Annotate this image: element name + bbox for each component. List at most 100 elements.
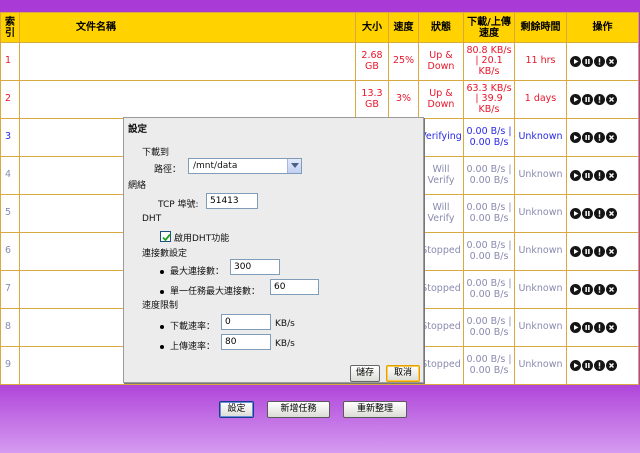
close-icon[interactable] (606, 55, 617, 67)
network-section-label: 網絡 (128, 181, 147, 191)
play-icon[interactable] (570, 55, 581, 67)
tcp-port-input[interactable] (206, 193, 258, 209)
speed-section-label: 速度限制 (142, 301, 179, 311)
close-icon[interactable] (606, 131, 617, 143)
max-connections-label: 最大連接數： (160, 264, 224, 277)
row-rate: 63.3 KB/s | 39.9 KB/s (463, 80, 515, 119)
info-icon[interactable] (594, 207, 605, 219)
close-icon[interactable] (606, 245, 617, 257)
row-actions (566, 270, 639, 309)
max-connections-input[interactable] (230, 259, 280, 275)
play-icon[interactable] (570, 245, 581, 257)
download-rate-text: 下載速率： (170, 322, 216, 332)
dht-section-label: DHT (142, 214, 162, 224)
close-icon[interactable] (606, 207, 617, 219)
close-icon[interactable] (606, 93, 617, 105)
row-status: Will Verify (418, 156, 464, 195)
header-index: 索引 (0, 12, 20, 43)
row-remaining: Unknown (514, 346, 567, 385)
download-rate-input[interactable] (221, 314, 271, 330)
play-icon[interactable] (570, 321, 581, 333)
pause-icon[interactable] (582, 131, 593, 143)
tcp-port-label: TCP 埠號: (158, 200, 199, 210)
upload-rate-input[interactable] (221, 334, 271, 350)
settings-button[interactable]: 設定 (219, 401, 254, 418)
row-remaining: Unknown (514, 118, 567, 157)
play-icon[interactable] (570, 359, 581, 371)
row-actions (566, 156, 639, 195)
cancel-button[interactable]: 取消 (386, 365, 420, 382)
row-remaining: Unknown (514, 194, 567, 233)
row-index: 3 (0, 118, 20, 157)
pause-icon[interactable] (582, 169, 593, 181)
pause-icon[interactable] (582, 207, 593, 219)
row-status: Stopped (418, 232, 464, 271)
row-index: 8 (0, 308, 20, 347)
pause-icon[interactable] (582, 93, 593, 105)
per-task-connections-text: 單一任務最大連接數： (170, 287, 261, 297)
row-status: Will Verify (418, 194, 464, 233)
play-icon[interactable] (570, 131, 581, 143)
row-rate: 0.00 B/s | 0.00 B/s (463, 118, 515, 157)
table-row[interactable]: 1 2.68 GB 25% Up & Down 80.8 KB/s | 20.1 KB/… (0, 42, 639, 81)
path-select[interactable]: /mnt/data (188, 158, 302, 174)
refresh-button[interactable]: 重新整理 (343, 401, 407, 418)
pause-icon[interactable] (582, 283, 593, 295)
header-filename: 文件名稱 (19, 12, 356, 43)
header-size: 大小 (355, 12, 389, 43)
row-filename (19, 42, 356, 81)
bullet-icon (160, 269, 164, 274)
settings-dialog: 設定 下載到 路徑： /mnt/data 網絡 TCP 埠號: DHT 啟用DH… (123, 117, 424, 383)
table-row[interactable]: 2 13.3 GB 3% Up & Down 63.3 KB/s | 39.9 KB/s… (0, 80, 639, 119)
download-rate-unit: KB/s (275, 319, 295, 329)
pause-icon[interactable] (582, 245, 593, 257)
row-actions (566, 346, 639, 385)
row-remaining: Unknown (514, 156, 567, 195)
bullet-icon (160, 289, 164, 294)
row-rate: 80.8 KB/s | 20.1 KB/s (463, 42, 515, 81)
download-rate-label: 下載速率： (160, 319, 215, 332)
bullet-icon (160, 344, 164, 349)
chevron-down-icon[interactable] (287, 159, 301, 173)
per-task-connections-input[interactable] (270, 279, 319, 295)
row-remaining: Unknown (514, 232, 567, 271)
info-icon[interactable] (594, 321, 605, 333)
play-icon[interactable] (570, 207, 581, 219)
pause-icon[interactable] (582, 55, 593, 67)
pause-icon[interactable] (582, 359, 593, 371)
info-icon[interactable] (594, 131, 605, 143)
info-icon[interactable] (594, 283, 605, 295)
info-icon[interactable] (594, 245, 605, 257)
row-status: Up & Down (418, 80, 464, 119)
row-index: 2 (0, 80, 20, 119)
row-actions (566, 308, 639, 347)
info-icon[interactable] (594, 55, 605, 67)
row-remaining: 11 hrs (514, 42, 567, 81)
dht-checkbox[interactable] (160, 231, 171, 242)
path-value: /mnt/data (193, 161, 238, 171)
save-button[interactable]: 儲存 (350, 365, 380, 382)
close-icon[interactable] (606, 321, 617, 333)
pause-icon[interactable] (582, 321, 593, 333)
info-icon[interactable] (594, 93, 605, 105)
row-actions (566, 118, 639, 157)
max-connections-text: 最大連接數： (170, 267, 225, 277)
close-icon[interactable] (606, 359, 617, 371)
row-index: 9 (0, 346, 20, 385)
new-task-button[interactable]: 新增任務 (267, 401, 330, 418)
path-label: 路徑： (154, 165, 182, 175)
row-rate: 0.00 B/s | 0.00 B/s (463, 270, 515, 309)
row-speed: 25% (388, 42, 419, 81)
info-icon[interactable] (594, 169, 605, 181)
row-size: 13.3 GB (355, 80, 389, 119)
row-status: Verifying (418, 118, 464, 157)
row-status: Stopped (418, 346, 464, 385)
info-icon[interactable] (594, 359, 605, 371)
play-icon[interactable] (570, 169, 581, 181)
play-icon[interactable] (570, 93, 581, 105)
row-index: 7 (0, 270, 20, 309)
close-icon[interactable] (606, 283, 617, 295)
close-icon[interactable] (606, 169, 617, 181)
upload-rate-unit: KB/s (275, 339, 295, 349)
play-icon[interactable] (570, 283, 581, 295)
